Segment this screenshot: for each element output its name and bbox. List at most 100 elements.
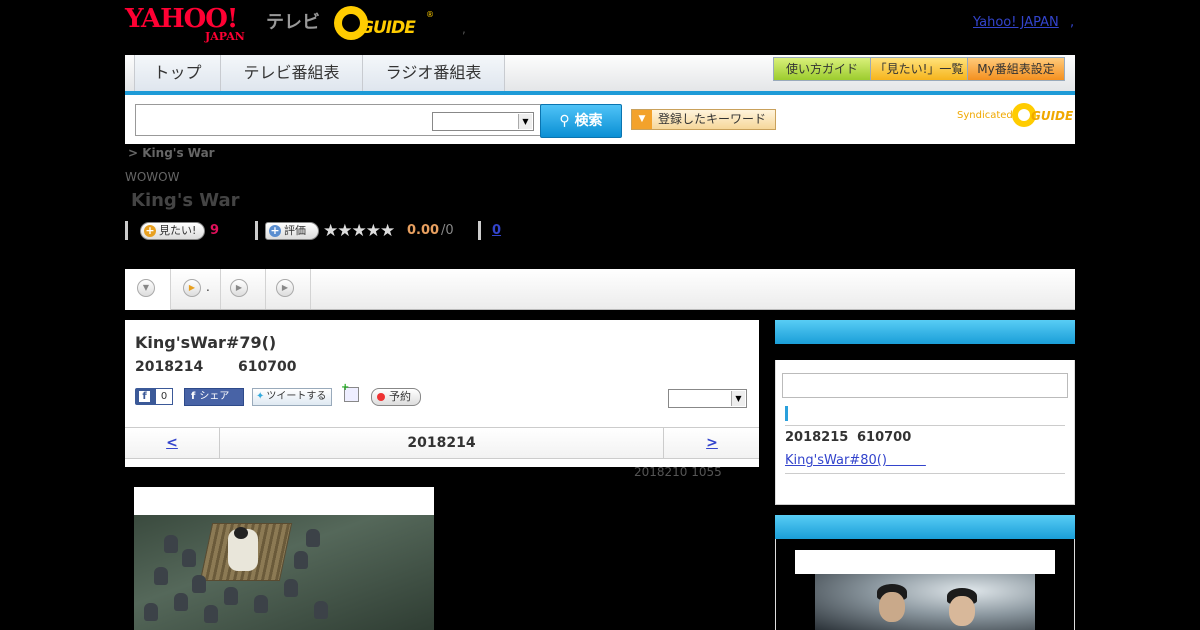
divider (255, 221, 258, 240)
facebook-like-count: 0 (155, 388, 173, 405)
next-episode-date: 2018215 (785, 430, 849, 445)
plus-icon: + (269, 224, 281, 237)
episode-title: King'sWar#79() (135, 333, 277, 352)
play-icon: ▶ (230, 279, 248, 297)
photo-soldier (174, 593, 188, 611)
want-to-watch-button[interactable]: + 見たい! (140, 222, 205, 240)
logo-japan-text: JAPAN (205, 30, 245, 43)
chevron-down-icon: ▼ (137, 279, 155, 297)
how-to-guide-button[interactable]: 使い方ガイド (773, 57, 871, 81)
nav-tab-tv-guide[interactable]: テレビ番組表 (220, 55, 363, 91)
chevron-down-icon: ▼ (731, 391, 745, 406)
dropdown-triangle-icon: ▼ (632, 110, 652, 129)
plus-icon: + (144, 224, 156, 237)
tweet-button[interactable]: ✦ ツイートする (252, 388, 332, 406)
star-rating-icon: ★★★★★ (323, 221, 395, 241)
episode-date-nav: < 2018214 > (125, 427, 759, 459)
divider (785, 425, 1065, 426)
yahoo-link-separator: , (1070, 15, 1075, 30)
photo-soldier (224, 587, 238, 605)
facebook-share-button[interactable]: f シェア (184, 388, 244, 406)
next-episode-link[interactable]: King'sWar#80() (785, 449, 926, 468)
yahoo-japan-logo[interactable]: YAHOO! JAPAN (125, 6, 263, 42)
next-episode-time: 610700 (857, 430, 912, 445)
search-icon: ⚲ (559, 113, 570, 129)
current-date-label: 2018214 (407, 435, 476, 451)
sidebar-related-panel (775, 539, 1075, 630)
tab-episodes[interactable]: ▶ . (170, 269, 221, 309)
photo-soldier (284, 579, 298, 597)
saved-keywords-button[interactable]: ▼ 登録したキーワード (631, 109, 776, 130)
last-updated: 2018210 1055 (634, 465, 722, 479)
want-to-watch-label: 見たい! (159, 224, 197, 237)
photo-soldier (314, 601, 328, 619)
sidebar-next-band (775, 344, 1075, 360)
related-program-photo[interactable] (815, 574, 1035, 630)
gguide-logo[interactable]: GUIDE ® (334, 6, 434, 42)
watch-count: 9 (210, 223, 220, 238)
review-count-link[interactable]: 0 (492, 223, 501, 238)
divider (125, 221, 128, 240)
program-title: King's War (131, 190, 240, 211)
add-calendar-icon[interactable] (341, 382, 359, 402)
tweet-label: ツイートする (266, 391, 327, 402)
rate-button[interactable]: + 評価 (265, 222, 319, 240)
nav-tab-radio-guide[interactable]: ラジオ番組表 (362, 55, 505, 91)
photo-soldier (144, 603, 158, 621)
saved-keywords-label: 登録したキーワード (658, 112, 767, 126)
twitter-bird-icon: ✦ (256, 391, 265, 402)
episode-panel: King'sWar#79() 2018214 610700 f 0 f シェア ✦… (125, 320, 759, 467)
rating-count: /0 (441, 223, 454, 238)
facebook-like-button[interactable]: f 0 (135, 388, 173, 405)
previous-day-link[interactable]: < (125, 428, 220, 458)
search-bar: ▼ ⚲ 検索 ▼ 登録したキーワード Syndicated GUIDE (125, 95, 1075, 144)
rate-label: 評価 (284, 224, 306, 237)
chevron-down-icon: ▼ (518, 114, 532, 129)
facebook-share-label: シェア (199, 391, 230, 402)
divider (785, 473, 1065, 474)
channel-name: WOWOW (125, 170, 180, 184)
tab-related[interactable]: ▶ (220, 269, 266, 309)
photo-soldier (164, 535, 178, 553)
main-nav-bar: トップ テレビ番組表 ラジオ番組表 使い方ガイド 「見たい!」一覧 My番組表設… (125, 55, 1075, 95)
facebook-icon: f (139, 391, 150, 402)
yahoo-japan-link[interactable]: Yahoo! JAPAN (973, 15, 1059, 30)
play-icon: ▶ (276, 279, 294, 297)
record-reserve-button[interactable]: 予約 (371, 388, 421, 406)
nav-tab-top[interactable]: トップ (134, 55, 221, 91)
program-tab-bar: ▼ ▶ . ▶ ▶ (125, 269, 1075, 310)
logo-reg-mark: ® (426, 10, 434, 19)
photo-face (949, 596, 975, 626)
watchlist-button[interactable]: 「見たい!」一覧 (870, 57, 968, 81)
episode-photo (134, 515, 434, 630)
photo-soldier (192, 575, 206, 593)
search-button-label: 検索 (574, 113, 603, 129)
search-button[interactable]: ⚲ 検索 (540, 104, 622, 138)
sidebar-related-header (775, 515, 1075, 539)
search-category-select[interactable]: ▼ (432, 112, 534, 131)
photo-soldier (294, 551, 308, 569)
sidebar-search-field[interactable] (782, 373, 1068, 398)
photo-soldier (254, 595, 268, 613)
rating-score: 0.00 (407, 223, 440, 238)
photo-figure-hair (234, 527, 248, 539)
logo-yahoo-text: YAHOO! (125, 4, 238, 34)
episode-time: 610700 (238, 359, 297, 375)
episode-action-select[interactable]: ▼ (668, 389, 747, 408)
photo-soldier (306, 529, 320, 547)
photo-soldier (154, 567, 168, 585)
next-day-link[interactable]: > (663, 428, 760, 458)
photo-soldier (204, 605, 218, 623)
tab-program-info[interactable]: ▼ (125, 269, 171, 310)
record-dot-icon (377, 393, 385, 401)
divider (478, 221, 481, 240)
tab-reviews[interactable]: ▶ (265, 269, 311, 309)
section-marker (785, 406, 788, 421)
logo-tv-text: テレビ (266, 12, 320, 33)
syndicated-guide-label: GUIDE (1031, 109, 1074, 123)
logo-guide-text: GUIDE (360, 18, 416, 38)
photo-face (879, 592, 905, 622)
play-icon: ▶ (183, 279, 201, 297)
episode-image-card (134, 487, 434, 630)
my-program-settings-button[interactable]: My番組表設定 (967, 57, 1065, 81)
